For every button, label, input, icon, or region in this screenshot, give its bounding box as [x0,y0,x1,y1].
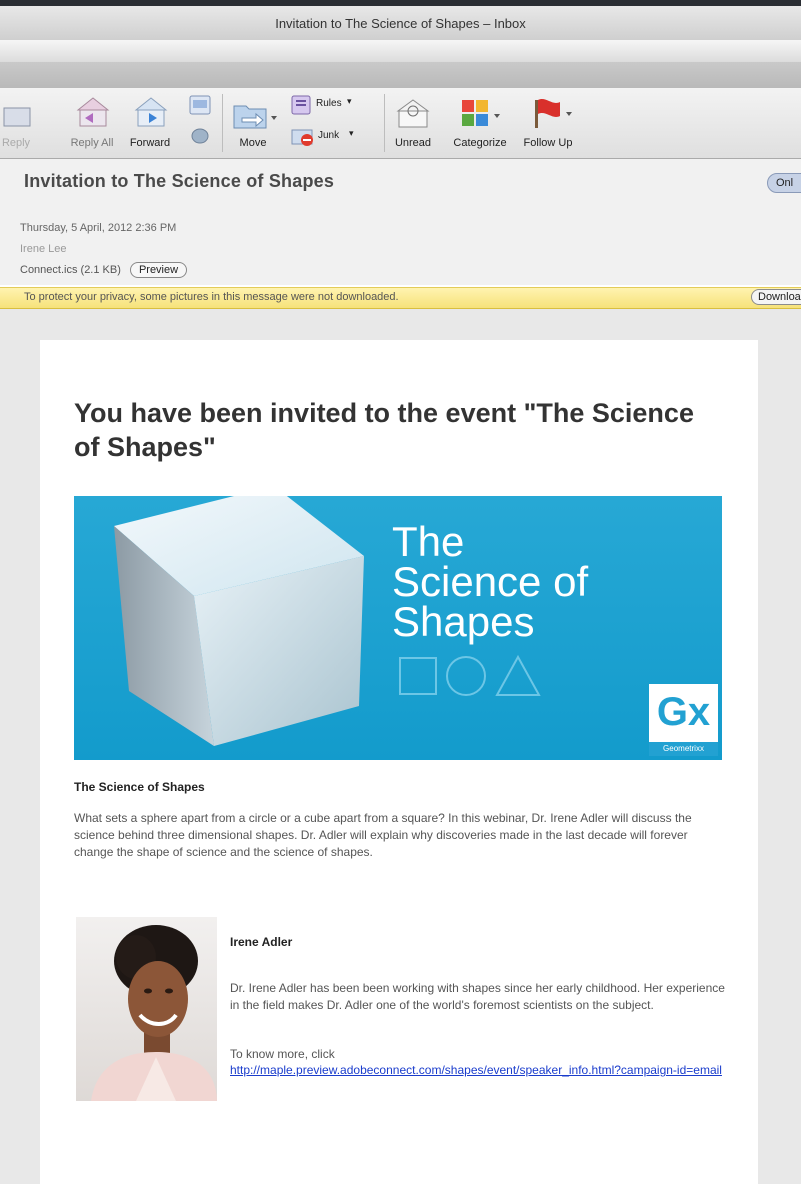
unread-label: Unread [394,137,432,149]
speaker-bio: Dr. Irene Adler has been been working wi… [230,981,725,1012]
preview-button[interactable]: Preview [129,262,188,278]
move-button[interactable]: Move [226,88,280,158]
speaker-portrait-icon [91,925,217,1101]
folder-move-icon [233,105,277,129]
message-body-area: You have been invited to the event "The … [0,309,801,1184]
toolbar-separator [222,94,223,152]
privacy-notice-bar: To protect your privacy, some pictures i… [0,287,801,309]
online-button[interactable]: Onl [767,173,801,193]
unread-envelope-icon [396,99,430,128]
event-description: What sets a sphere apart from a circle o… [74,811,692,859]
cube-graphic [114,496,364,746]
email-headline: You have been invited to the event "The … [74,398,694,462]
reply-all-icon [76,97,110,127]
chevron-down-icon [271,116,277,120]
know-more-text: To know more, click [230,1047,335,1061]
email-content: You have been invited to the event "The … [40,340,758,1184]
rules-button[interactable]: Rules ▾ [290,94,370,118]
junk-label: Junk [318,130,340,141]
ribbon-tab-strip [0,62,801,89]
forward-icon [134,97,168,127]
event-banner: The Science of Shapes Gx Geometrixx [74,496,722,760]
reply-icon [3,107,31,127]
flag-icon [535,99,572,128]
junk-button[interactable]: Junk ▾ [290,126,370,150]
download-pictures-button[interactable]: Downloa [751,289,801,305]
attachment-name[interactable]: Connect.ics (2.1 KB) [20,264,121,276]
speaker-info-link[interactable]: http://maple.preview.adobeconnect.com/sh… [230,1063,740,1078]
shape-outlines-icon [399,654,541,696]
attachment-row: Connect.ics (2.1 KB) Preview [20,262,188,278]
speaker-photo [76,917,217,1101]
message-date: Thursday, 5 April, 2012 2:36 PM [20,222,177,234]
section-title: The Science of Shapes [74,780,205,794]
categorize-label: Categorize [453,137,507,149]
message-subject: Invitation to The Science of Shapes [24,171,335,191]
forward-button[interactable]: Forward [124,88,176,158]
junk-dropdown-icon: ▾ [349,128,354,138]
move-label: Move [239,137,267,149]
privacy-text: To protect your privacy, some pictures i… [24,291,399,303]
reply-all-label: Reply All [70,137,114,149]
forward-label: Forward [129,137,171,149]
attachment-icon [189,95,211,144]
message-from: Irene Lee [20,243,67,255]
window-title: Invitation to The Science of Shapes – In… [275,16,526,31]
window-title-bar: Invitation to The Science of Shapes – In… [0,0,801,40]
redirect-attach-button[interactable] [184,88,214,158]
rules-label: Rules [316,98,342,109]
window-chrome [0,40,801,62]
toolbar-separator [384,94,385,152]
follow-up-button[interactable]: Follow Up [516,88,580,158]
banner-title: The Science of Shapes [392,518,589,645]
message-toolbar: Reply Reply All Forward Move Rules ▾ Jun… [0,88,801,159]
reply-all-button[interactable]: Reply All [62,88,122,158]
follow-up-label: Follow Up [523,137,573,149]
geometrixx-logo: Gx Geometrixx [649,684,718,756]
rules-icon [291,95,311,115]
reply-label: Reply [1,137,31,149]
speaker-name: Irene Adler [230,935,293,949]
unread-button[interactable]: Unread [388,88,438,158]
message-header: Invitation to The Science of Shapes Onl … [0,159,801,285]
categorize-button[interactable]: Categorize [446,88,514,158]
categorize-icon [462,100,500,126]
junk-icon [291,129,313,146]
rules-dropdown-icon: ▾ [347,96,352,106]
reply-button[interactable]: Reply [0,88,38,158]
